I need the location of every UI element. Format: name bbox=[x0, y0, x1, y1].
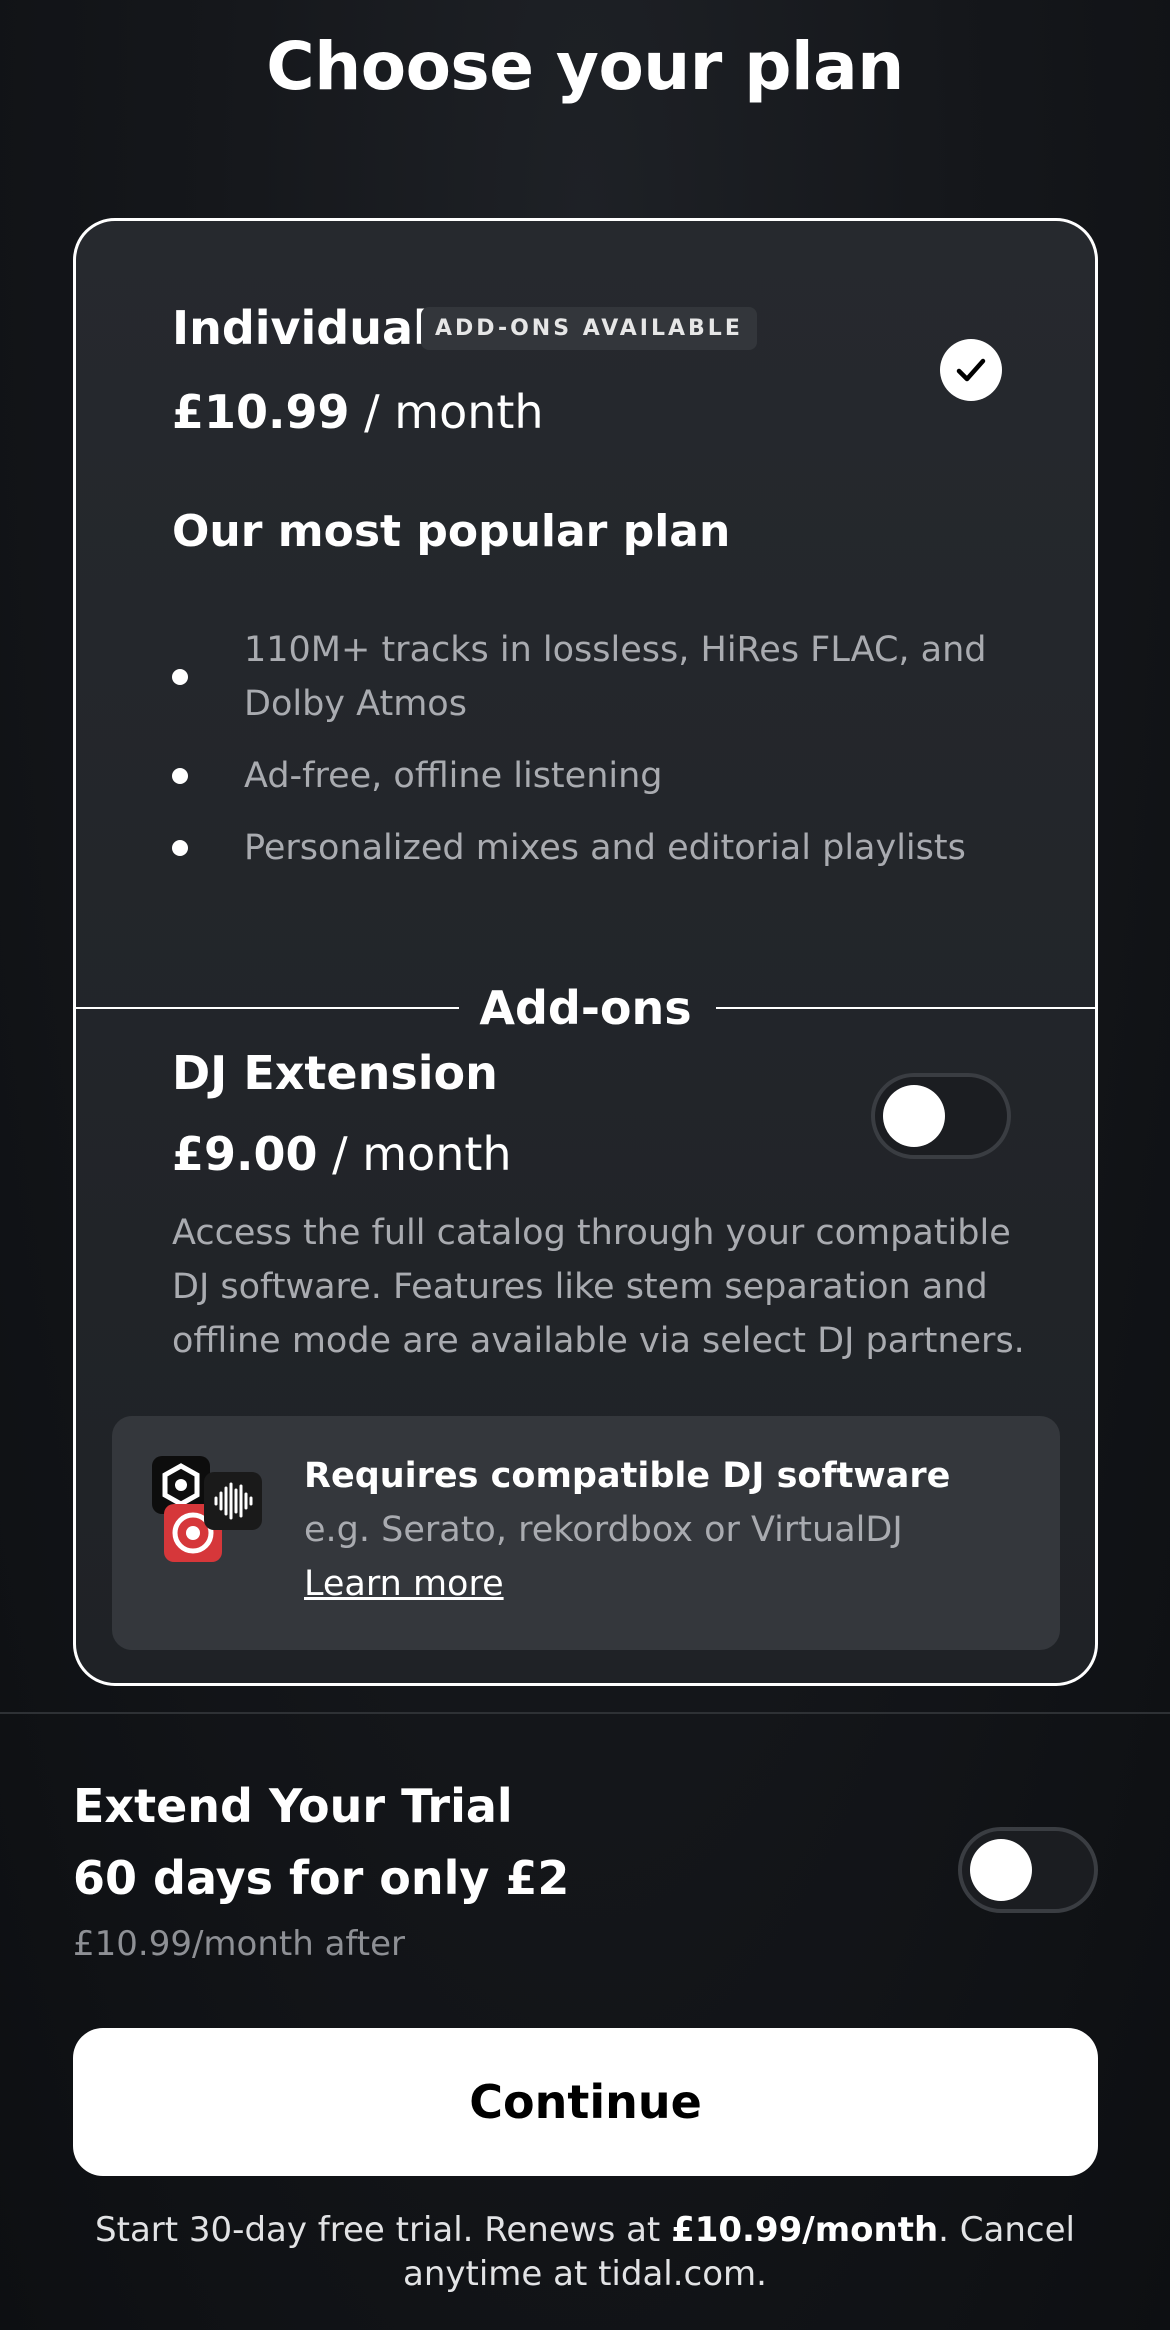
renewal-footnote: Start 30-day free trial. Renews at £10.9… bbox=[80, 2208, 1090, 2296]
addons-heading: Add-ons bbox=[479, 981, 692, 1035]
extend-trial-offer: 60 days for only £2 bbox=[73, 1851, 570, 1905]
dj-software-title: Requires compatible DJ software bbox=[304, 1456, 951, 1496]
feature-text: 110M+ tracks in lossless, HiRes FLAC, an… bbox=[244, 630, 987, 724]
selected-check-icon[interactable] bbox=[940, 339, 1002, 401]
dj-software-examples: e.g. Serato, rekordbox or VirtualDJ bbox=[304, 1510, 903, 1550]
plan-selection-screen: Choose your plan Individual ADD-ONS AVAI… bbox=[0, 0, 1170, 2330]
page-title: Choose your plan bbox=[266, 28, 904, 105]
addons-divider: Add-ons bbox=[76, 978, 1095, 1038]
dj-extension-title: DJ Extension bbox=[172, 1046, 498, 1100]
section-divider bbox=[0, 1712, 1170, 1714]
feature-list: 110M+ tracks in lossless, HiRes FLAC, an… bbox=[172, 623, 1032, 893]
dj-price-period: / month bbox=[317, 1127, 512, 1181]
dj-price-amount: £9.00 bbox=[172, 1127, 318, 1181]
plan-price-amount: £10.99 bbox=[172, 385, 350, 439]
continue-button[interactable]: Continue bbox=[73, 2028, 1098, 2176]
feature-item: Ad-free, offline listening bbox=[172, 749, 1032, 803]
dj-software-logos bbox=[152, 1456, 272, 1576]
checkmark-icon bbox=[956, 358, 986, 382]
plan-tagline: Our most popular plan bbox=[172, 506, 731, 557]
extend-trial-after-price: £10.99/month after bbox=[73, 1924, 406, 1964]
bullet-icon bbox=[172, 840, 188, 856]
footnote-text-before: Start 30-day free trial. Renews at bbox=[95, 2210, 672, 2250]
bullet-icon bbox=[172, 768, 188, 784]
dj-extension-toggle[interactable] bbox=[871, 1073, 1011, 1159]
feature-text: Personalized mixes and editorial playlis… bbox=[244, 828, 966, 868]
individual-plan-card[interactable]: Individual ADD-ONS AVAILABLE £10.99 / mo… bbox=[73, 218, 1098, 1686]
toggle-knob bbox=[970, 1839, 1032, 1901]
feature-item: 110M+ tracks in lossless, HiRes FLAC, an… bbox=[172, 623, 1032, 731]
dj-extension-price: £9.00 / month bbox=[172, 1127, 512, 1181]
toggle-knob bbox=[883, 1085, 945, 1147]
plan-price: £10.99 / month bbox=[172, 385, 544, 439]
extend-trial-toggle[interactable] bbox=[958, 1827, 1098, 1913]
dj-software-info: Requires compatible DJ software e.g. Ser… bbox=[112, 1416, 1060, 1650]
feature-item: Personalized mixes and editorial playlis… bbox=[172, 821, 1032, 875]
extend-trial-title: Extend Your Trial bbox=[73, 1779, 513, 1833]
extend-trial-heading: Extend Your Trial 60 days for only £2 bbox=[73, 1770, 569, 1914]
bullet-icon bbox=[172, 669, 188, 685]
plan-price-period: / month bbox=[349, 385, 544, 439]
learn-more-link[interactable]: Learn more bbox=[304, 1564, 504, 1604]
dj-extension-description: Access the full catalog through your com… bbox=[172, 1213, 1025, 1361]
footnote-price: £10.99/month bbox=[671, 2210, 939, 2250]
serato-logo-icon bbox=[204, 1472, 262, 1530]
feature-text: Ad-free, offline listening bbox=[244, 756, 663, 796]
plan-name: Individual bbox=[172, 301, 429, 355]
addons-available-badge: ADD-ONS AVAILABLE bbox=[421, 307, 757, 350]
